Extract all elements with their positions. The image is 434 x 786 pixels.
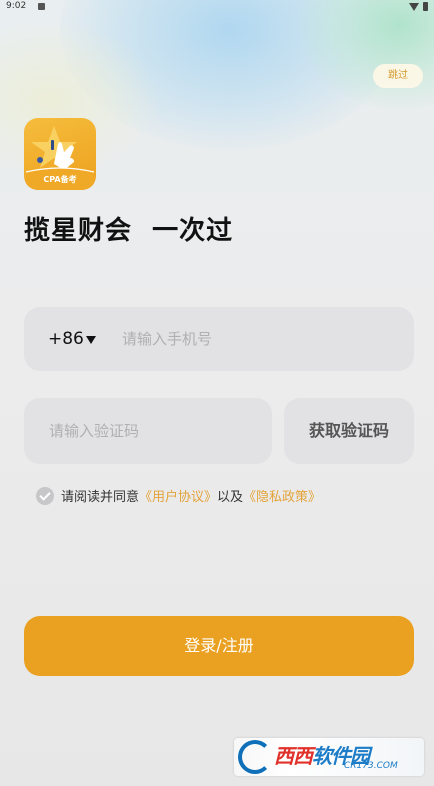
logo-text: CPA备考	[43, 175, 77, 184]
status-time: 9:02	[6, 1, 27, 11]
notification-icon	[38, 3, 45, 10]
login-register-button[interactable]: 登录/注册	[24, 616, 414, 676]
user-agreement-link[interactable]: 《用户协议》	[139, 486, 217, 505]
privacy-policy-link[interactable]: 《隐私政策》	[243, 486, 321, 505]
wifi-icon	[409, 2, 419, 11]
app-logo: CPA备考	[24, 118, 96, 190]
battery-icon	[423, 2, 428, 11]
phone-field[interactable]: +86	[24, 307, 414, 371]
watermark-logo: 西西软件园 CR173.COM	[234, 738, 424, 776]
agreement-row: 请阅读并同意 《用户协议》 以及 《隐私政策》	[36, 486, 321, 505]
watermark-title-part1: 西西	[274, 744, 313, 768]
status-bar: 9:02	[0, 0, 434, 14]
watermark-c-icon	[238, 740, 272, 774]
agreement-text: 请阅读并同意	[61, 490, 140, 505]
phone-input[interactable]	[122, 307, 392, 371]
triangle-down-icon[interactable]	[86, 336, 96, 344]
skip-button[interactable]: 跳过	[373, 64, 423, 88]
verification-code-field[interactable]	[24, 398, 272, 464]
watermark-subtitle: CR173.COM	[344, 761, 398, 771]
verification-code-input[interactable]	[49, 398, 259, 464]
status-icons	[409, 2, 428, 11]
agreement-conjunction: 以及	[217, 490, 244, 505]
tagline: 揽星财会 一次过	[24, 216, 234, 246]
get-code-button[interactable]: 获取验证码	[284, 398, 414, 464]
country-code-selector[interactable]: +86	[48, 307, 84, 371]
checkbox-check-icon[interactable]	[36, 486, 54, 505]
